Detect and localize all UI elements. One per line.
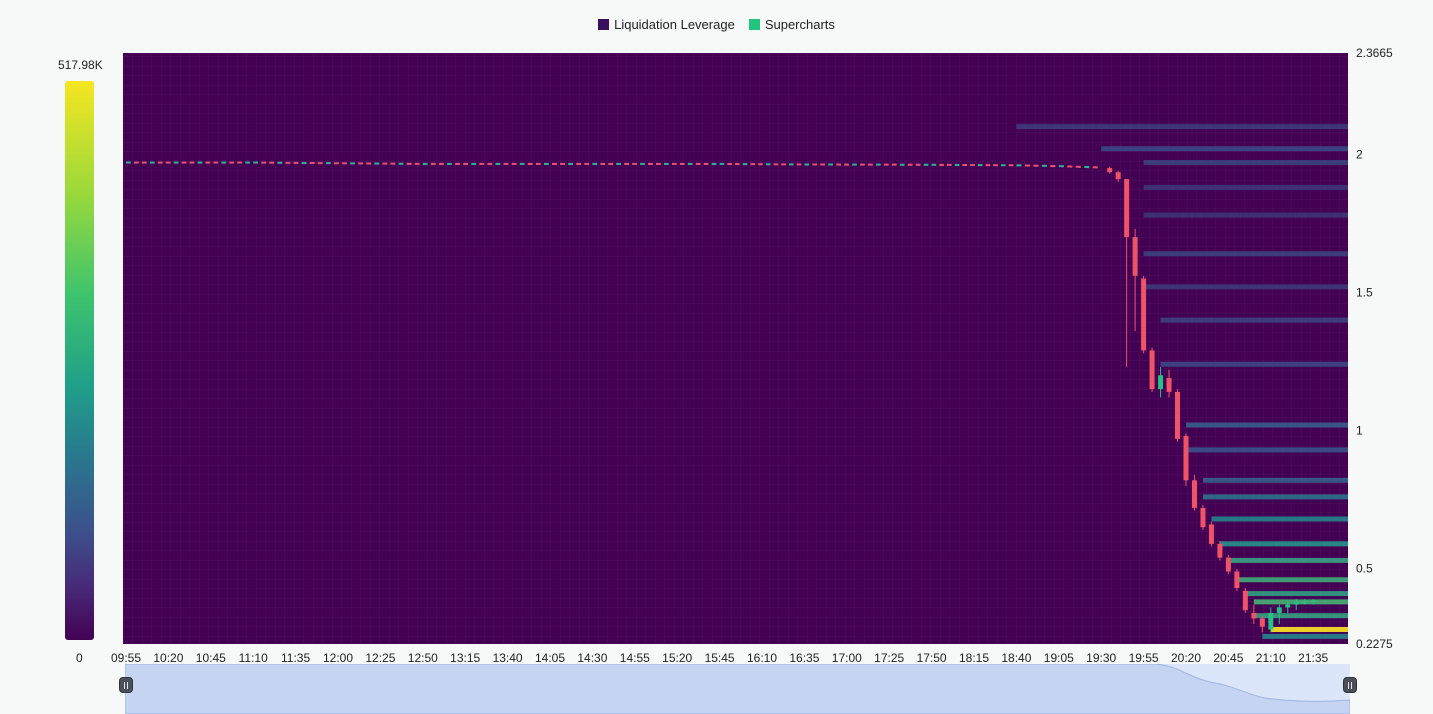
x-tick-label: 14:55 — [620, 651, 650, 664]
x-tick-label: 12:25 — [365, 651, 395, 664]
x-axis: 09:55 10:20 10:45 11:10 11:35 12:00 12:25 12:50… — [111, 651, 1329, 664]
y-tick-label: 1.5 — [1356, 285, 1373, 299]
liquidation-level-band — [1143, 184, 1348, 190]
liquidation-level-band — [1016, 124, 1348, 130]
x-tick-label: 17:00 — [832, 651, 862, 664]
navigator-handle-left[interactable] — [119, 677, 133, 693]
candle — [1183, 433, 1189, 486]
x-tick-label: 17:25 — [874, 651, 904, 664]
x-tick-label: 10:20 — [153, 651, 183, 664]
x-tick-label: 12:50 — [408, 651, 438, 664]
candle — [1200, 505, 1206, 531]
y-tick-label: 0.2275 — [1356, 637, 1393, 651]
candle — [1141, 275, 1147, 354]
candle — [1234, 568, 1240, 591]
x-tick-label: 19:55 — [1129, 651, 1159, 664]
x-tick-label: 11:10 — [239, 651, 268, 664]
liquidation-level-band — [1143, 212, 1348, 218]
x-tick-label: 11:35 — [281, 651, 310, 664]
x-tick-label: 14:30 — [577, 651, 607, 664]
liquidation-level-band — [1245, 591, 1348, 597]
liquidation-level-band — [1270, 626, 1348, 632]
liquidation-level-band — [1143, 160, 1348, 166]
candle — [1242, 588, 1248, 613]
liquidation-level-band — [1211, 516, 1348, 522]
x-tick-label: 17:50 — [917, 651, 947, 664]
candle — [1149, 347, 1155, 392]
liquidation-level-band — [1236, 577, 1348, 583]
navigator-area — [125, 664, 1350, 714]
x-tick-label: 20:45 — [1213, 651, 1243, 664]
liquidation-level-band — [1186, 447, 1348, 453]
x-tick-label: 15:45 — [705, 651, 735, 664]
x-tick-label: 19:05 — [1044, 651, 1074, 664]
liquidation-level-band — [1219, 541, 1348, 547]
x-tick-label: 19:30 — [1086, 651, 1116, 664]
liquidation-level-band — [1160, 361, 1348, 367]
x-tick-label: 13:40 — [493, 651, 523, 664]
liquidation-level-band — [1202, 477, 1348, 483]
range-navigator[interactable] — [125, 664, 1350, 714]
x-tick-label: 16:10 — [747, 651, 777, 664]
x-tick-label: 10:45 — [196, 651, 226, 664]
heatmap-chart[interactable]: 09:55 10:20 10:45 11:10 11:35 12:00 12:25 12:50… — [0, 0, 1433, 664]
liquidation-level-band — [1228, 557, 1348, 563]
plot-grid — [123, 53, 1348, 644]
liquidation-level-band — [1143, 251, 1348, 257]
candle — [1225, 554, 1231, 575]
liquidation-level-band — [1160, 317, 1348, 323]
x-tick-label: 09:55 — [111, 651, 141, 664]
liquidation-level-band — [1262, 633, 1348, 639]
x-tick-label: 16:35 — [789, 651, 819, 664]
y-axis: 2.3665 2 1.5 1 0.5 0.2275 — [1356, 46, 1393, 651]
x-tick-label: 13:15 — [450, 651, 480, 664]
x-tick-label: 21:35 — [1298, 651, 1328, 664]
y-tick-label: 0.5 — [1356, 562, 1373, 576]
liquidation-level-band — [1143, 284, 1348, 290]
candle — [1208, 521, 1214, 547]
liquidation-level-band — [1202, 494, 1348, 500]
x-tick-label: 18:15 — [959, 651, 989, 664]
x-tick-label: 21:10 — [1256, 651, 1286, 664]
x-tick-label: 12:00 — [323, 651, 353, 664]
y-tick-label: 2.3665 — [1356, 46, 1393, 60]
x-tick-label: 14:05 — [535, 651, 565, 664]
x-tick-label: 18:40 — [1001, 651, 1031, 664]
x-tick-label: 15:20 — [662, 651, 692, 664]
y-tick-label: 2 — [1356, 147, 1363, 161]
liquidation-level-band — [1186, 422, 1348, 428]
liquidation-level-band — [1253, 599, 1348, 605]
candle — [1175, 389, 1181, 442]
x-tick-label: 20:20 — [1171, 651, 1201, 664]
y-tick-label: 1 — [1356, 424, 1363, 438]
candle — [1217, 541, 1223, 561]
navigator-handle-right[interactable] — [1343, 677, 1357, 693]
liquidation-level-band — [1253, 613, 1348, 619]
liquidation-level-band — [1101, 146, 1348, 152]
